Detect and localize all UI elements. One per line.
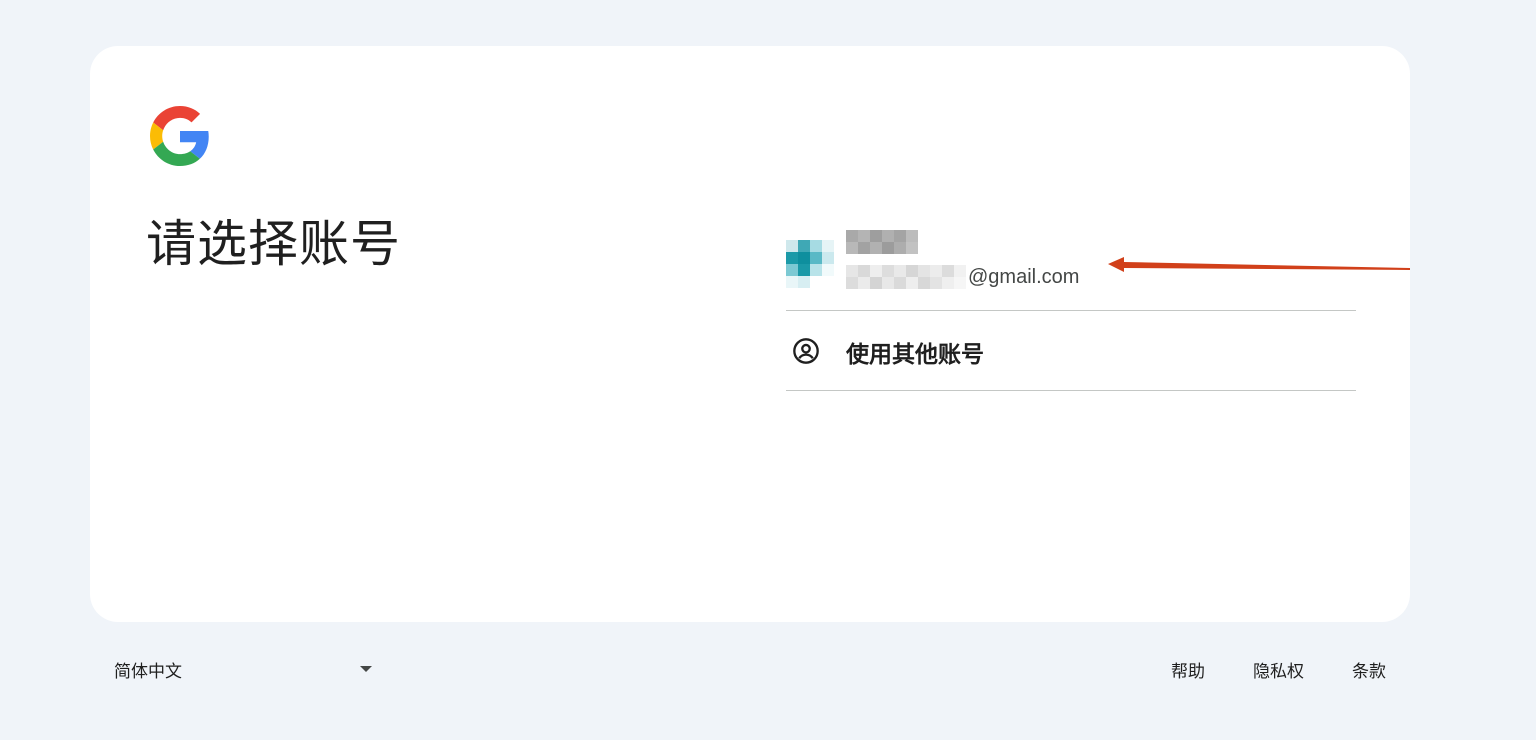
- use-another-account-label: 使用其他账号: [846, 342, 984, 368]
- terms-link[interactable]: 条款: [1328, 657, 1410, 682]
- account-avatar: [786, 240, 834, 288]
- page-title: 请选择账号: [146, 215, 401, 273]
- account-email: @gmail.com: [846, 264, 1079, 290]
- account-circle-icon: [793, 338, 819, 364]
- divider: [786, 390, 1356, 391]
- sign-in-card: 请选择账号 @gmail.com 使用其他账号: [90, 46, 1410, 622]
- google-logo-icon: [150, 106, 209, 166]
- privacy-link[interactable]: 隐私权: [1229, 657, 1328, 682]
- annotation-arrow-icon: [1108, 257, 1410, 272]
- account-name-redacted: [846, 230, 918, 254]
- language-label: 简体中文: [114, 661, 182, 682]
- footer-links: 帮助 隐私权 条款: [1147, 644, 1410, 694]
- account-email-redacted: [846, 265, 966, 289]
- language-select[interactable]: 简体中文: [102, 644, 372, 694]
- footer: 简体中文 帮助 隐私权 条款: [90, 644, 1410, 694]
- account-email-domain: @gmail.com: [968, 265, 1080, 288]
- help-link[interactable]: 帮助: [1147, 657, 1229, 682]
- dropdown-caret-icon: [360, 666, 372, 672]
- use-another-account-button[interactable]: 使用其他账号: [786, 311, 1356, 390]
